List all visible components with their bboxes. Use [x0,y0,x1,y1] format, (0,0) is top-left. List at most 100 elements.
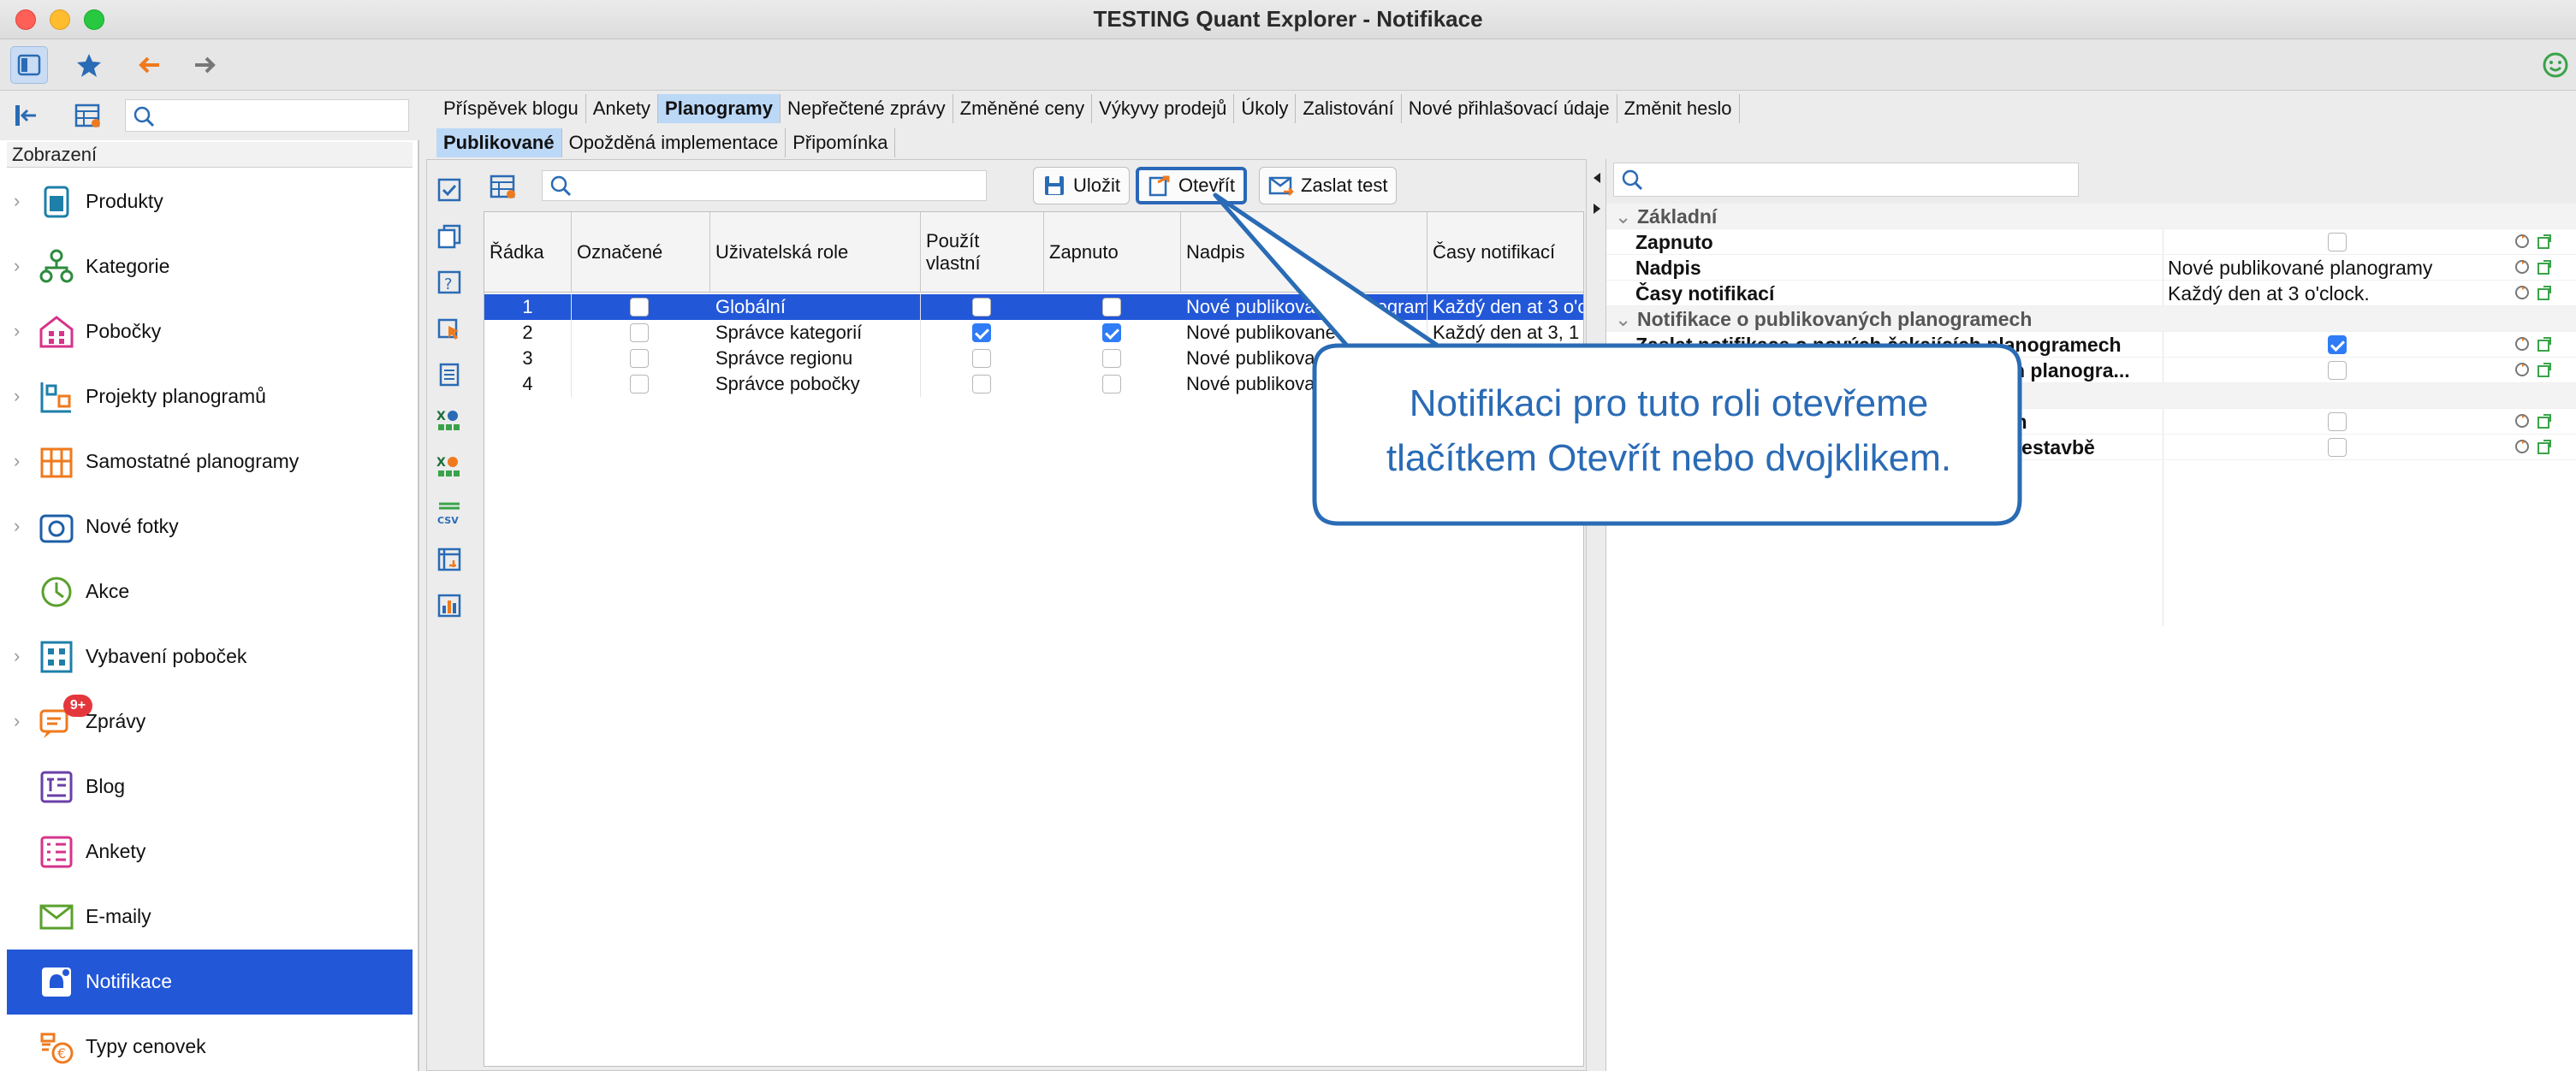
property-group-zakladni[interactable]: ⌄ Základní [1606,204,2576,229]
column-header-radka[interactable]: Řádka [484,212,572,293]
nav-item-ankety[interactable]: Ankety [7,820,413,885]
excel-import-button[interactable]: X [430,398,468,444]
panel-splitter[interactable] [1588,159,1606,1071]
chevron-right-icon[interactable]: › [14,255,20,277]
excel-export-button[interactable]: X [430,444,468,490]
reset-icon[interactable] [2514,438,2531,455]
nav-item-notifikace[interactable]: Notifikace [7,950,413,1015]
help-button[interactable]: ? [430,259,468,305]
reset-icon[interactable] [2514,335,2531,352]
tab-publikovane[interactable]: Publikované [436,128,562,157]
column-header-nadpis[interactable]: Nadpis [1181,212,1427,293]
navigation-search-input[interactable] [125,99,409,132]
open-button[interactable]: Otevřít [1136,167,1248,204]
column-header-casy-notifikaci[interactable]: Časy notifikací [1427,212,1583,293]
apply-button[interactable] [430,305,468,352]
tab-prispevek-blogu[interactable]: Příspěvek blogu [436,94,586,123]
table-search-input[interactable] [542,170,987,201]
enabled-checkbox[interactable] [1102,323,1121,342]
marked-checkbox[interactable] [630,298,649,317]
table-settings-button[interactable] [74,101,103,134]
property-times-value[interactable]: Každý den at 3 o'clock. [2168,282,2370,305]
use-custom-checkbox[interactable] [972,349,991,368]
column-header-zapnuto[interactable]: Zapnuto [1044,212,1181,293]
inherit-icon[interactable] [2536,361,2553,378]
favorites-button[interactable] [70,46,108,84]
chevron-right-icon[interactable]: › [14,385,20,407]
reset-icon[interactable] [2514,284,2531,301]
table-settings-button[interactable] [489,172,518,205]
nav-item-produkty[interactable]: › Produkty [7,169,413,234]
table-row[interactable]: 3 Správce regionu Nové publikované plano… [484,346,1583,371]
send-test-button[interactable]: Zaslat test [1259,167,1398,204]
property-enabled-checkbox[interactable] [2328,233,2347,251]
chart-button[interactable] [430,583,468,629]
save-button[interactable]: Uložit [1033,167,1131,204]
nav-item-projekty-planogramu[interactable]: › Projekty planogramů [7,364,413,429]
chevron-right-icon[interactable]: › [14,710,20,732]
chevron-right-icon[interactable]: › [14,515,20,537]
nav-item-blog[interactable]: Blog [7,754,413,820]
tab-ankety[interactable]: Ankety [586,94,659,123]
enabled-checkbox[interactable] [1102,298,1121,317]
tab-nove-prihlasovaci-udaje[interactable]: Nové přihlašovací údaje [1402,94,1617,123]
use-custom-checkbox[interactable] [972,375,991,393]
property-p1-checkbox[interactable] [2328,335,2347,354]
chevron-down-icon[interactable]: ⌄ [1615,205,1631,228]
chevron-right-icon[interactable]: › [14,320,20,342]
inherit-icon[interactable] [2536,258,2553,275]
table-row[interactable]: 2 Správce kategorií Nové publikované pla… [484,320,1583,346]
tab-zmenene-ceny[interactable]: Změněné ceny [953,94,1093,123]
reset-icon[interactable] [2514,233,2531,250]
tab-planogramy[interactable]: Planogramy [658,94,781,123]
nav-item-typy-cenovek[interactable]: € Typy cenovek [7,1015,413,1071]
nav-item-kategorie[interactable]: › Kategorie [7,234,413,299]
tab-zalistovani[interactable]: Zalistování [1296,94,1402,123]
tab-pripominka[interactable]: Připomínka [786,128,896,157]
tab-vykyvy-prodeju[interactable]: Výkyvy prodejů [1092,94,1235,123]
tab-zmenit-heslo[interactable]: Změnit heslo [1617,94,1740,123]
table-row[interactable]: 1 Globální Nové publikované planogramy K… [484,294,1583,320]
tab-ukoly[interactable]: Úkoly [1234,94,1297,123]
reset-icon[interactable] [2514,361,2531,378]
nav-item-vybaveni-pobocek[interactable]: › Vybavení poboček [7,624,413,689]
collapse-button[interactable] [12,101,41,134]
nav-item-samostatne-planogramy[interactable]: › Samostatné planogramy [7,429,413,494]
use-custom-checkbox[interactable] [972,323,991,342]
tab-neprectene-zpravy[interactable]: Nepřečtené zprávy [781,94,953,123]
csv-export-button[interactable]: CSV [430,490,468,536]
marked-checkbox[interactable] [630,375,649,393]
details-button[interactable] [430,352,468,398]
enabled-checkbox[interactable] [1102,349,1121,368]
property-p2-checkbox[interactable] [2328,361,2347,380]
property-p4-checkbox[interactable] [2328,438,2347,457]
enabled-checkbox[interactable] [1102,375,1121,393]
copy-button[interactable] [430,213,468,259]
check-all-button[interactable] [430,167,468,213]
use-custom-checkbox[interactable] [972,298,991,317]
forward-button[interactable] [187,46,224,84]
property-group-notifikace[interactable]: ⌄ Notifikace o publikovaných planogramec… [1606,306,2576,332]
inherit-icon[interactable] [2536,233,2553,250]
inherit-icon[interactable] [2536,335,2553,352]
reset-icon[interactable] [2514,258,2531,275]
properties-search-input[interactable] [1613,163,2079,197]
inherit-icon[interactable] [2536,284,2553,301]
column-header-oznacene[interactable]: Označené [572,212,710,293]
sidebar-toggle-button[interactable] [10,46,48,84]
column-header-uzivatelska-role[interactable]: Uživatelská role [710,212,921,293]
nav-item-nove-fotky[interactable]: › Nové fotky [7,494,413,559]
marked-checkbox[interactable] [630,323,649,342]
nav-item-zpravy[interactable]: › 9+ Zprávy [7,689,413,754]
chevron-right-icon[interactable]: › [14,450,20,472]
nav-item-pobocky[interactable]: › Pobočky [7,299,413,364]
tab-opozdena-implementace[interactable]: Opožděná implementace [562,128,786,157]
inherit-icon[interactable] [2536,412,2553,429]
chevron-right-icon[interactable]: › [14,645,20,667]
reset-icon[interactable] [2514,412,2531,429]
feedback-button[interactable] [2542,51,2569,83]
chevron-right-icon[interactable]: › [14,190,20,212]
column-header-pouzit-vlastni[interactable]: Použít vlastní [921,212,1044,293]
back-button[interactable] [130,46,168,84]
pivot-button[interactable] [430,536,468,583]
